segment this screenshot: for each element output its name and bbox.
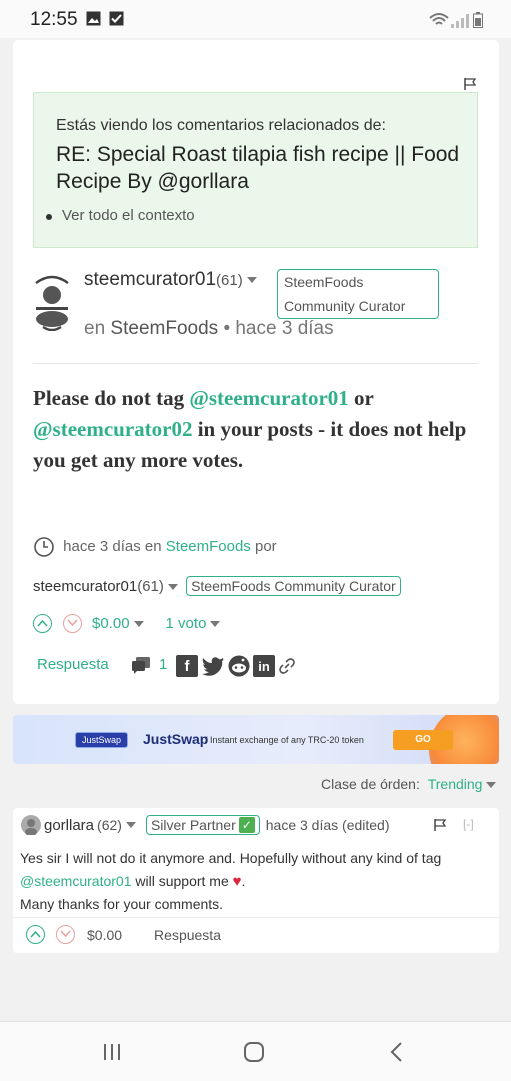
meta-reputation: (61) [137,578,164,595]
author-reputation: (61) [216,272,243,289]
signal-icon [451,14,469,28]
meta-author[interactable]: steemcurator01 [33,578,137,595]
in-label: en [84,318,106,339]
reply-downvote-icon[interactable] [56,925,75,944]
reply-badge: Silver Partner ✓ [145,815,260,835]
reply-vote-row: $0.00 Respuesta [26,925,221,944]
author-badge: SteemFoods Community Curator [277,269,439,319]
payout-value[interactable]: $0.00 [92,615,130,632]
back-icon[interactable] [389,1041,403,1063]
meta-community-link[interactable]: SteemFoods [166,538,251,555]
battery-icon [473,12,483,28]
ad-go-button[interactable]: GO [393,730,453,750]
reddit-icon[interactable] [228,655,250,677]
reply-reputation: (62) [97,817,122,833]
divider [33,363,478,364]
link-icon[interactable] [278,657,296,675]
reply-header: gorllara (62) Silver Partner ✓ hace 3 día… [21,815,390,835]
votes-count[interactable]: 1 voto [166,615,207,632]
reply-link[interactable]: Respuesta [37,656,109,673]
status-right [429,10,483,28]
comments-icon[interactable] [131,656,151,674]
meta-time: hace 3 días en [63,537,162,555]
facebook-icon[interactable]: f [176,655,198,677]
comments-count[interactable]: 1 [159,656,167,673]
ad-banner[interactable]: JustSwap JustSwap / Instant exchange of … [13,715,499,764]
ad-description: / Instant exchange of any TRC-20 token [205,735,364,745]
reply-divider [13,917,499,918]
votes-dropdown-icon[interactable] [210,620,221,627]
downvote-icon[interactable] [63,614,82,633]
mention-link[interactable]: @steemcurator01 [20,873,131,889]
status-time: 12:55 [30,9,78,30]
sort-label: Clase de órden: [321,776,420,792]
reply-line-3: Many thanks for your comments. [20,896,224,912]
view-full-context-link[interactable]: Ver todo el contexto [46,207,195,224]
share-icons: f in [176,655,296,677]
reply-line-1: Yes sir I will not do it anymore and. Ho… [20,850,442,866]
reply-flag-icon[interactable] [433,818,447,832]
meta-author-badge: SteemFoods Community Curator [186,576,401,596]
sort-dropdown-icon[interactable] [486,782,497,789]
clock-icon [34,537,54,557]
reply-reply-link[interactable]: Respuesta [154,927,221,943]
ad-logo-tag: JustSwap [75,732,129,748]
reply-avatar[interactable] [21,815,41,835]
flag-icon[interactable] [463,77,477,91]
reply-author[interactable]: gorllara [44,817,94,834]
heart-icon: ♥ [232,873,242,890]
meta-author-dropdown-icon[interactable] [167,584,178,591]
context-box: Estás viendo los comentarios relacionado… [33,92,478,248]
community-line: en SteemFoods • hace 3 días [84,318,334,340]
reply-line-2: @steemcurator01 will support me ♥. [20,873,246,890]
check-mark-icon: ✓ [238,817,255,833]
meta-author-line: steemcurator01(61) SteemFoods Community … [33,576,401,596]
post-meta: hace 3 días en SteemFoods por [33,536,277,558]
vote-row: $0.00 1 voto [33,614,224,633]
twitter-icon[interactable] [201,655,225,677]
reply-upvote-icon[interactable] [26,925,45,944]
comment-body: Please do not tag @steemcurator01 or @st… [33,386,467,472]
payout-dropdown-icon[interactable] [133,620,144,627]
community-link[interactable]: SteemFoods [110,318,218,339]
android-nav-bar [0,1021,511,1081]
sort-value[interactable]: Trending [428,776,483,792]
recent-apps-icon[interactable] [102,1043,122,1061]
author-name[interactable]: steemcurator01 [84,269,216,290]
reply-payout[interactable]: $0.00 [87,927,122,943]
context-title-link[interactable]: RE: Special Roast tilapia fish recipe ||… [56,141,466,195]
mention-link[interactable]: @steemcurator02 [33,417,192,441]
upvote-icon[interactable] [33,614,52,633]
sort-row: Clase de órden: Trending [321,776,500,792]
home-icon[interactable] [243,1041,265,1063]
ad-brand: JustSwap [143,731,209,747]
avatar[interactable] [33,271,71,331]
wifi-icon [429,13,449,25]
collapse-toggle[interactable]: [-] [463,817,474,831]
post-time: • hace 3 días [223,318,334,339]
gallery-icon [86,11,101,26]
reply-author-dropdown-icon[interactable] [125,822,136,828]
mention-link[interactable]: @steemcurator01 [189,386,348,410]
linkedin-icon[interactable]: in [253,655,275,677]
author-line: steemcurator01(61) [84,269,261,291]
reply-body: Yes sir I will not do it anymore and. Ho… [20,847,490,916]
reply-time: hace 3 días (edited) [265,817,390,833]
meta-by: por [254,537,277,555]
author-dropdown-icon[interactable] [246,276,257,283]
context-label: Estás viendo los comentarios relacionado… [56,117,386,134]
checkbox-icon [109,11,124,26]
status-bar: 12:55 [0,0,511,38]
